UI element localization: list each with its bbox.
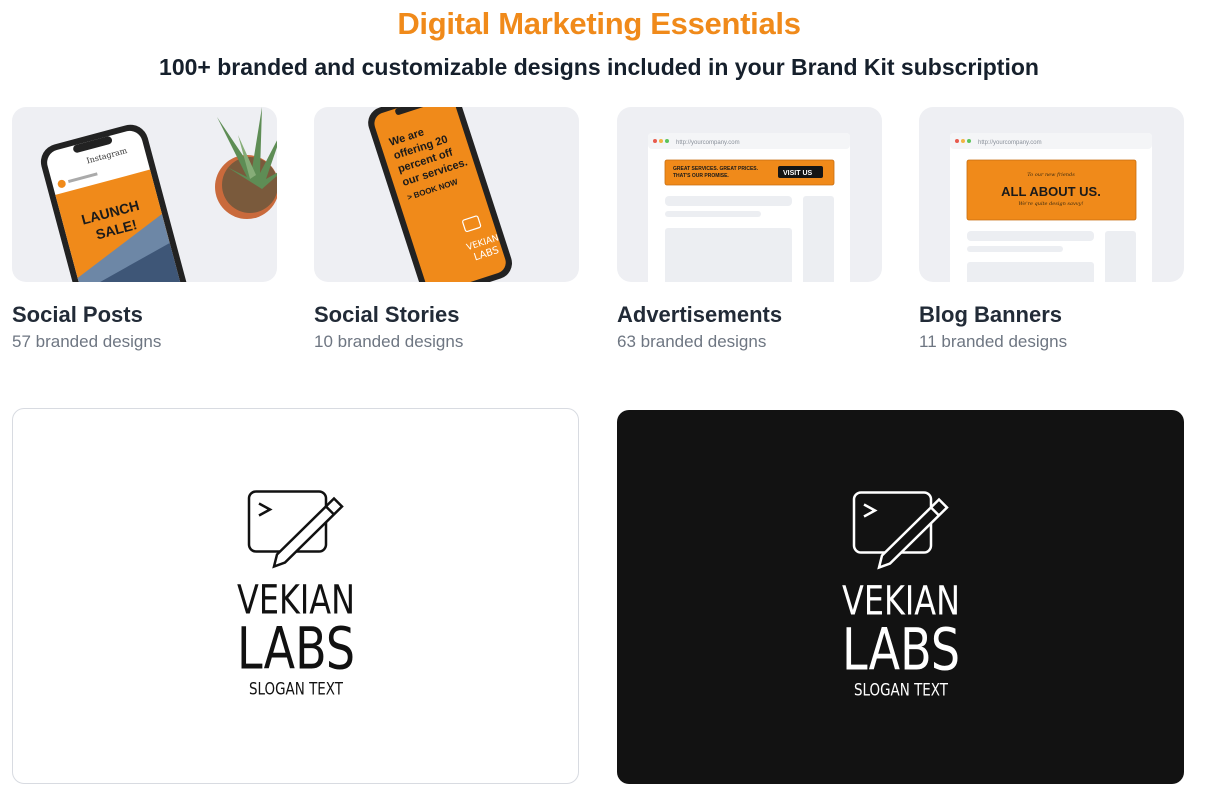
logo-slogan: SLOGAN TEXT: [249, 680, 343, 700]
card-count: 57 branded designs: [12, 332, 162, 351]
card-title: Advertisements: [617, 302, 783, 327]
svg-text:THAT'S OUR PROMISE.: THAT'S OUR PROMISE.: [673, 173, 729, 179]
card-social-posts[interactable]: Instagram LAUNCH SALE! Social Posts 57 b…: [12, 107, 277, 352]
svg-text:http://yourcompany.com: http://yourcompany.com: [676, 140, 740, 146]
advertisements-thumbnail[interactable]: http://yourcompany.com GREAT SERVICES. G…: [617, 107, 882, 282]
plant-image: [215, 107, 277, 219]
page-subtitle: 100+ branded and customizable designs in…: [159, 54, 1039, 80]
svg-text:VISIT US: VISIT US: [783, 170, 813, 177]
blog-banners-thumbnail[interactable]: http://yourcompany.com To our new friend…: [919, 107, 1184, 282]
page-title: Digital Marketing Essentials: [397, 6, 801, 41]
card-title: Blog Banners: [919, 302, 1063, 327]
terminal-pencil-icon: [852, 491, 949, 570]
browser-mockup: http://yourcompany.com To our new friend…: [950, 133, 1152, 282]
card-count: 11 branded designs: [919, 332, 1068, 351]
vekian-labs-logo: VEKIAN LABS SLOGAN TEXT: [842, 491, 960, 701]
card-count: 10 branded designs: [314, 332, 464, 351]
svg-text:GREAT SERVICES. GREAT PRICES.: GREAT SERVICES. GREAT PRICES.: [673, 166, 759, 172]
social-stories-thumbnail[interactable]: We are offering 20 percent off our servi…: [314, 107, 579, 282]
logo-line2: LABS: [842, 616, 960, 684]
phone-image: We are offering 20 percent off our servi…: [368, 107, 512, 282]
terminal-pencil-icon: [247, 490, 344, 569]
social-posts-thumbnail[interactable]: Instagram LAUNCH SALE!: [12, 107, 277, 282]
browser-mockup: http://yourcompany.com GREAT SERVICES. G…: [648, 133, 850, 282]
logo-slogan: SLOGAN TEXT: [854, 681, 948, 701]
svg-text:http://yourcompany.com: http://yourcompany.com: [978, 140, 1042, 146]
logo-preview-light[interactable]: VEKIAN LABS SLOGAN TEXT: [12, 408, 579, 784]
logo-line2: LABS: [237, 615, 355, 683]
card-title: Social Posts: [12, 302, 143, 327]
vekian-labs-logo: VEKIAN LABS SLOGAN TEXT: [237, 490, 355, 700]
card-advertisements[interactable]: http://yourcompany.com GREAT SERVICES. G…: [617, 107, 882, 352]
card-blog-banners[interactable]: http://yourcompany.com To our new friend…: [919, 107, 1184, 352]
card-count: 63 branded designs: [617, 332, 767, 351]
svg-text:We're quite design savvy!: We're quite design savvy!: [1019, 201, 1084, 207]
card-social-stories[interactable]: We are offering 20 percent off our servi…: [314, 107, 579, 352]
svg-text:ALL ABOUT US.: ALL ABOUT US.: [1001, 184, 1101, 199]
card-title: Social Stories: [314, 302, 460, 327]
logo-preview-dark[interactable]: VEKIAN LABS SLOGAN TEXT: [617, 410, 1184, 784]
phone-image: Instagram LAUNCH SALE!: [40, 124, 189, 282]
svg-text:To our new friends: To our new friends: [1027, 172, 1075, 178]
